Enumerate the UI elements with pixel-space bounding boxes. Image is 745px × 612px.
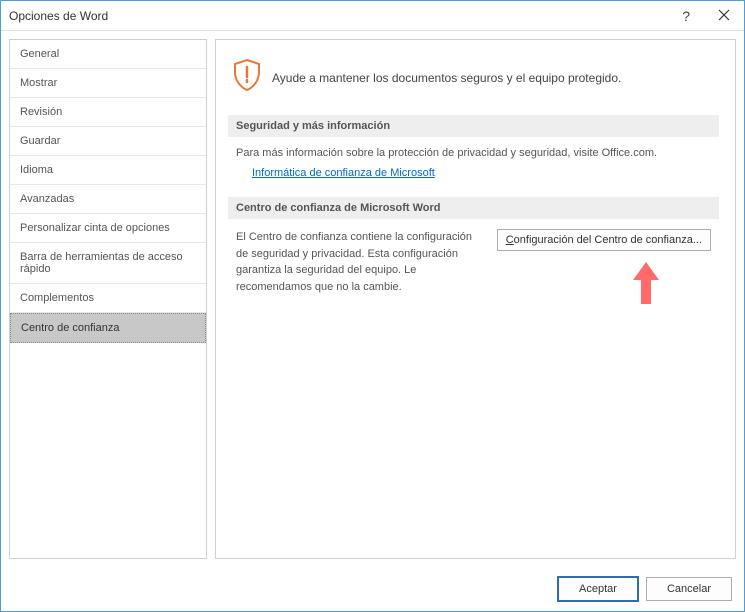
sidebar-item-general[interactable]: General <box>10 40 206 69</box>
trust-center-settings-button[interactable]: Configuración del Centro de confianza... <box>497 229 711 251</box>
help-button[interactable]: ? <box>668 4 704 28</box>
link-informatica-confianza[interactable]: Informática de confianza de Microsoft <box>252 167 435 179</box>
banner-text: Ayude a mantener los documentos seguros … <box>272 71 621 85</box>
sidebar-item-label: Personalizar cinta de opciones <box>20 222 170 234</box>
category-sidebar: General Mostrar Revisión Guardar Idioma … <box>9 39 207 559</box>
sidebar-item-complementos[interactable]: Complementos <box>10 284 206 313</box>
banner: Ayude a mantener los documentos seguros … <box>228 52 719 111</box>
section-header-seguridad: Seguridad y más información <box>228 115 719 137</box>
dialog-footer: Aceptar Cancelar <box>1 567 744 611</box>
sidebar-item-label: Avanzadas <box>20 193 74 205</box>
dialog-body: General Mostrar Revisión Guardar Idioma … <box>1 31 744 567</box>
sidebar-item-mostrar[interactable]: Mostrar <box>10 69 206 98</box>
sidebar-item-personalizar-cinta[interactable]: Personalizar cinta de opciones <box>10 214 206 243</box>
cancel-button[interactable]: Cancelar <box>646 577 732 601</box>
sidebar-item-label: Revisión <box>20 106 62 118</box>
sidebar-item-label: Idioma <box>20 164 53 176</box>
content-panel: Ayude a mantener los documentos seguros … <box>215 39 736 559</box>
sidebar-item-centro-confianza[interactable]: Centro de confianza <box>10 313 206 343</box>
close-icon <box>718 9 730 21</box>
sidebar-item-label: Guardar <box>20 135 60 147</box>
titlebar: Opciones de Word ? <box>1 1 744 31</box>
sidebar-item-guardar[interactable]: Guardar <box>10 127 206 156</box>
button-accelerator: C <box>506 234 514 246</box>
sidebar-item-barra-acceso-rapido[interactable]: Barra de herramientas de acceso rápido <box>10 243 206 284</box>
section-body-seguridad: Para más información sobre la protección… <box>228 137 719 193</box>
sidebar-item-idioma[interactable]: Idioma <box>10 156 206 185</box>
window-title: Opciones de Word <box>9 9 668 23</box>
sidebar-item-label: Centro de confianza <box>21 322 119 334</box>
sidebar-item-label: Mostrar <box>20 77 57 89</box>
sidebar-item-label: General <box>20 48 59 60</box>
titlebar-controls: ? <box>668 4 744 28</box>
sidebar-item-label: Barra de herramientas de acceso rápido <box>20 251 183 275</box>
button-label-rest: onfiguración del Centro de confianza... <box>514 234 702 246</box>
ok-button[interactable]: Aceptar <box>558 577 638 601</box>
shield-icon <box>232 58 262 97</box>
close-button[interactable] <box>704 4 744 28</box>
sidebar-item-revision[interactable]: Revisión <box>10 98 206 127</box>
section-header-centro-confianza: Centro de confianza de Microsoft Word <box>228 197 719 219</box>
annotation-arrow-icon <box>631 260 661 313</box>
sidebar-item-label: Complementos <box>20 292 94 304</box>
trust-text: El Centro de confianza contiene la confi… <box>236 229 487 295</box>
section-text: Para más información sobre la protección… <box>236 147 711 159</box>
options-dialog: Opciones de Word ? General Mostrar Revis… <box>0 0 745 612</box>
sidebar-item-avanzadas[interactable]: Avanzadas <box>10 185 206 214</box>
